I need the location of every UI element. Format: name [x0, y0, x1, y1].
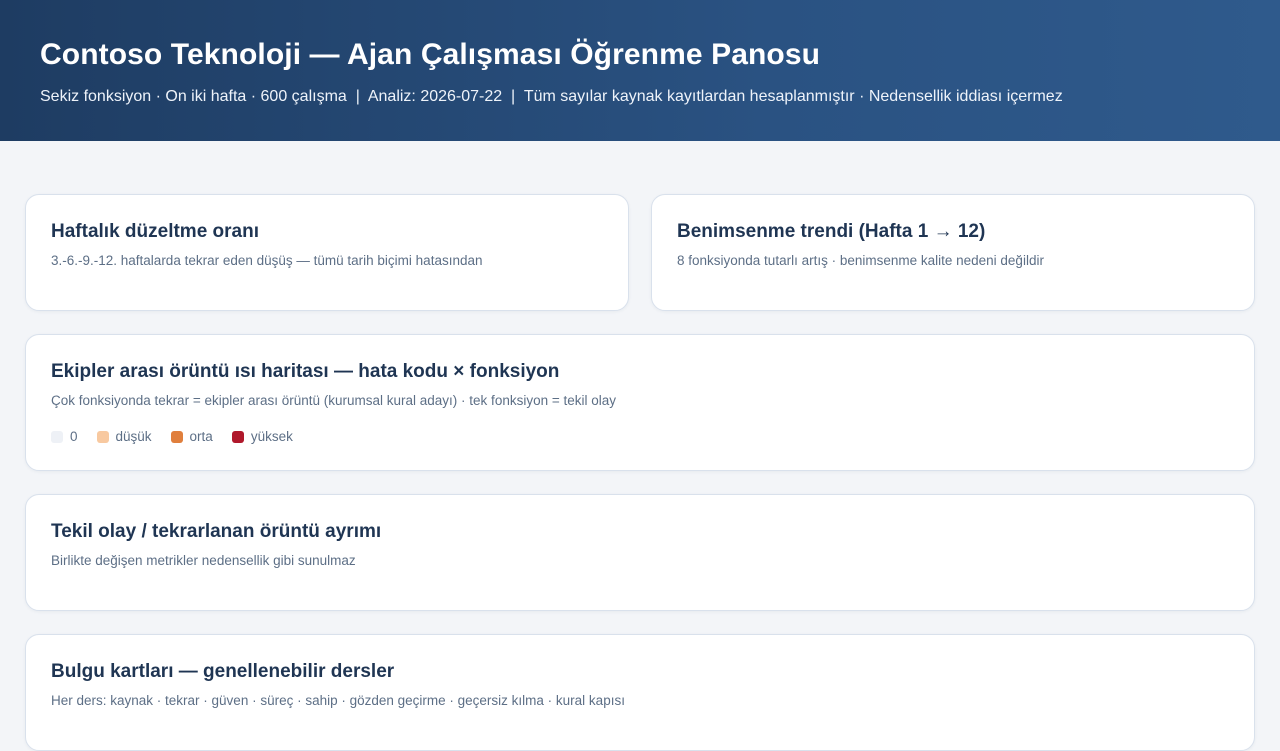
legend-label: 0	[70, 429, 78, 444]
heatmap-legend: 0 düşük orta yüksek	[51, 429, 1229, 444]
legend-label: orta	[189, 429, 213, 444]
card-title: Benimsenme trendi (Hafta 1 → 12)	[677, 221, 986, 242]
weekly-correction-rate-card: Haftalık düzeltme oranı 3.-6.-9.-12. haf…	[25, 194, 629, 311]
dashboard-header: Contoso Teknoloji — Ajan Çalışması Öğren…	[0, 0, 1280, 141]
page-subtitle: Sekiz fonksiyon · On iki hafta · 600 çal…	[40, 88, 1063, 105]
adoption-trend-card: Benimsenme trendi (Hafta 1 → 12) 8 fonks…	[651, 194, 1255, 311]
legend-label: yüksek	[250, 429, 293, 444]
page-title: Contoso Teknoloji — Ajan Çalışması Öğren…	[40, 38, 821, 71]
card-title: Tekil olay / tekrarlanan örüntü ayrımı	[51, 521, 382, 542]
legend-swatch-medium	[170, 430, 183, 443]
legend-swatch-zero	[51, 430, 63, 443]
card-description: Çok fonksiyonda tekrar = ekipler arası ö…	[51, 393, 617, 408]
legend-item-zero: 0	[51, 429, 78, 444]
card-title: Ekipler arası örüntü ısı haritası — hata…	[51, 361, 560, 382]
card-description: Birlikte değişen metrikler nedensellik g…	[51, 553, 356, 568]
card-description: 8 fonksiyonda tutarlı artış · benimsenme…	[677, 253, 1044, 268]
legend-item-low: düşük	[96, 429, 152, 444]
legend-item-medium: orta	[170, 429, 213, 444]
card-description: 3.-6.-9.-12. haftalarda tekrar eden düşü…	[51, 253, 483, 268]
legend-item-high: yüksek	[231, 429, 293, 444]
pattern-heatmap-card: Ekipler arası örüntü ısı haritası — hata…	[25, 334, 1255, 471]
card-description: Her ders: kaynak · tekrar · güven · süre…	[51, 693, 625, 708]
legend-swatch-high	[231, 430, 244, 443]
incident-vs-pattern-card: Tekil olay / tekrarlanan örüntü ayrımı B…	[25, 494, 1255, 611]
finding-cards-card: Bulgu kartları — genellenebilir dersler …	[25, 634, 1255, 751]
legend-swatch-low	[96, 430, 109, 443]
legend-label: düşük	[115, 429, 152, 444]
card-title: Bulgu kartları — genellenebilir dersler	[51, 661, 395, 682]
card-title: Haftalık düzeltme oranı	[51, 221, 259, 242]
